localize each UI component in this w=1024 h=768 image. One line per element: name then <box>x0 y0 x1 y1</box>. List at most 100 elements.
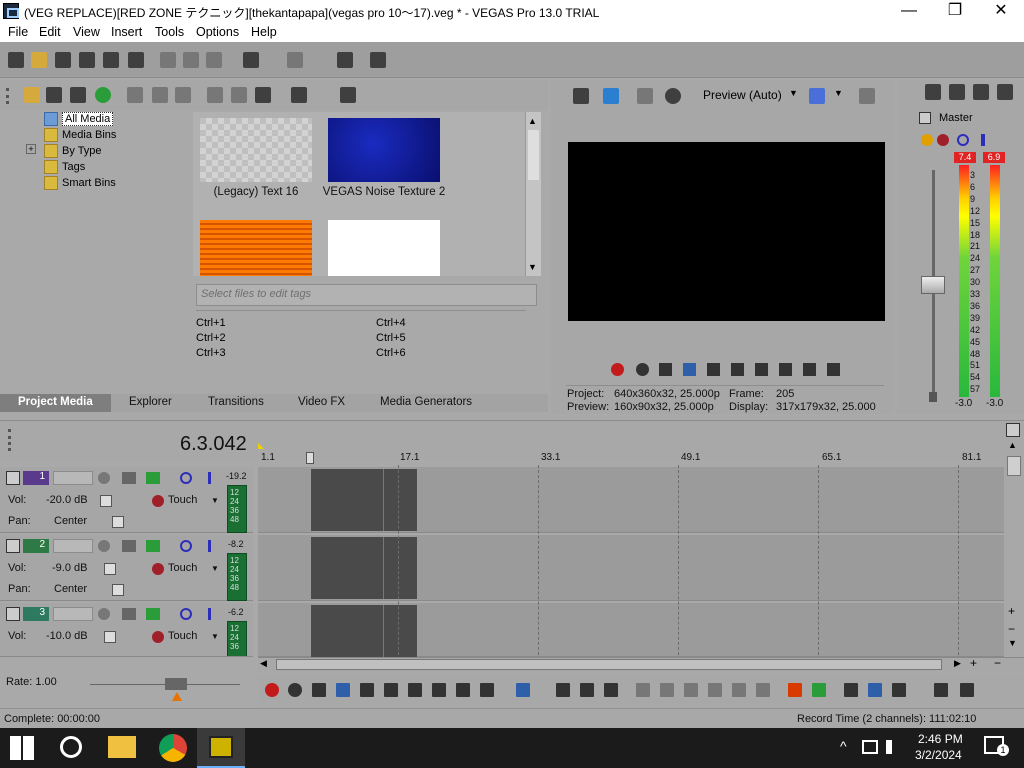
zoom-out-icon[interactable]: − <box>994 656 1001 670</box>
minimize-button[interactable]: — <box>886 0 932 22</box>
gear-icon[interactable] <box>152 631 164 643</box>
clock-date[interactable]: 3/2/2024 <box>915 748 962 762</box>
bus-fx-icon[interactable] <box>921 134 933 146</box>
remove-media-icon[interactable] <box>127 87 143 103</box>
tree-item-by-type[interactable]: By Type <box>62 145 102 157</box>
split-screen-icon[interactable] <box>637 88 653 104</box>
zoom-in-icon[interactable]: + <box>1008 604 1015 618</box>
external-monitor-icon[interactable] <box>603 88 619 104</box>
split-icon[interactable] <box>732 683 746 697</box>
track-minimize-icon[interactable] <box>6 539 20 553</box>
clock-time[interactable]: 2:46 PM <box>918 732 963 746</box>
auto-preview-icon[interactable] <box>255 87 271 103</box>
save-as-icon[interactable] <box>79 52 95 68</box>
master-fx-icon[interactable] <box>937 134 949 146</box>
mute-icon[interactable] <box>180 608 192 620</box>
media-thumbnail-white[interactable] <box>328 220 440 276</box>
scroll-left-icon[interactable]: ◀ <box>260 658 267 669</box>
track-fx-icon[interactable] <box>122 540 136 552</box>
pause-icon[interactable] <box>707 363 720 376</box>
chevron-down-icon[interactable]: ▼ <box>789 88 798 98</box>
capture-video-icon[interactable] <box>46 87 62 103</box>
menu-file[interactable]: File <box>8 25 28 39</box>
preview-properties-icon[interactable] <box>573 88 589 104</box>
solo-icon[interactable] <box>208 472 211 484</box>
solo-icon[interactable] <box>981 134 985 146</box>
video-event[interactable] <box>311 537 383 599</box>
network-icon[interactable] <box>862 740 878 754</box>
tab-video-fx[interactable]: Video FX <box>298 396 345 408</box>
solo-icon[interactable] <box>208 608 211 620</box>
mixer-properties-icon[interactable] <box>925 84 941 100</box>
track-name-field[interactable] <box>53 471 93 485</box>
tab-project-media[interactable]: Project Media <box>0 394 111 412</box>
pan-slider[interactable] <box>112 584 124 596</box>
get-media-icon[interactable] <box>70 87 86 103</box>
overlays-icon[interactable] <box>809 88 825 104</box>
tree-item-tags[interactable]: Tags <box>62 161 85 173</box>
tags-input[interactable]: Select files to edit tags <box>196 284 537 306</box>
previous-frame-icon[interactable] <box>803 363 816 376</box>
record-icon[interactable] <box>611 363 624 376</box>
pause-icon[interactable] <box>360 683 374 697</box>
notification-icon[interactable]: 1 <box>984 736 1009 756</box>
video-event[interactable] <box>311 605 383 657</box>
lock-envelopes-icon[interactable] <box>960 683 974 697</box>
enable-snapping-icon[interactable] <box>337 52 353 68</box>
preview-screen[interactable] <box>568 142 885 321</box>
start-preview-icon[interactable] <box>207 87 223 103</box>
track-lane-3[interactable] <box>258 603 1004 657</box>
chrome-icon[interactable] <box>159 734 187 762</box>
track-minimize-icon[interactable] <box>6 471 20 485</box>
master-fader-handle[interactable] <box>921 276 945 294</box>
stop-icon[interactable] <box>384 683 398 697</box>
track-number[interactable]: 3 <box>23 607 49 621</box>
volume-slider[interactable] <box>100 495 112 507</box>
media-thumbnail-orange[interactable] <box>200 220 312 276</box>
next-frame-icon[interactable] <box>827 363 840 376</box>
tree-item-smart-bins[interactable]: Smart Bins <box>62 177 116 189</box>
rate-slider-handle[interactable] <box>165 678 187 690</box>
track-minimize-icon[interactable] <box>6 607 20 621</box>
dock-grip-icon[interactable] <box>6 88 9 104</box>
timeline-horizontal-scrollbar[interactable]: ◀ ▶ + − <box>258 656 1024 671</box>
vol-value[interactable]: -20.0 dB <box>46 494 88 506</box>
play-icon[interactable] <box>683 363 696 376</box>
redo-icon[interactable] <box>287 52 303 68</box>
maximize-button[interactable]: ❐ <box>932 0 978 22</box>
copy-icon[interactable] <box>183 52 199 68</box>
menu-edit[interactable]: Edit <box>39 25 61 39</box>
marker-bar-icon[interactable] <box>1006 423 1020 437</box>
media-thumbnail-text[interactable] <box>200 118 312 182</box>
record-icon[interactable] <box>265 683 279 697</box>
track-name-field[interactable] <box>53 539 93 553</box>
automation-icon[interactable] <box>146 472 160 484</box>
tree-item-all-media[interactable]: All Media <box>62 112 114 126</box>
media-scrollbar[interactable]: ▲ ▼ <box>525 112 541 276</box>
lock-icon[interactable] <box>929 392 937 402</box>
playhead-handle[interactable] <box>306 452 314 464</box>
whats-this-help-icon[interactable] <box>370 52 386 68</box>
scroll-down-icon[interactable]: ▼ <box>528 262 537 272</box>
insert-region-icon[interactable] <box>812 683 826 697</box>
video-event[interactable] <box>383 537 417 599</box>
scroll-thumb[interactable] <box>276 659 942 670</box>
envelope-edit-tool-icon[interactable] <box>556 683 570 697</box>
stop-preview-icon[interactable] <box>231 87 247 103</box>
save-icon[interactable] <box>55 52 71 68</box>
gear-icon[interactable] <box>152 563 164 575</box>
tree-item-media-bins[interactable]: Media Bins <box>62 129 116 141</box>
mute-icon[interactable] <box>180 472 192 484</box>
dim-output-icon[interactable] <box>973 84 989 100</box>
close-button[interactable]: ✕ <box>978 0 1024 22</box>
cursor-position[interactable]: 6.3.042 <box>180 433 247 456</box>
undo-icon[interactable] <box>243 52 259 68</box>
menu-help[interactable]: Help <box>251 25 277 39</box>
play-from-start-icon[interactable] <box>659 363 672 376</box>
video-event[interactable] <box>383 469 417 531</box>
chevron-down-icon[interactable]: ▼ <box>834 88 843 98</box>
vol-value[interactable]: -10.0 dB <box>46 630 88 642</box>
lock-icon[interactable] <box>756 683 770 697</box>
mute-icon[interactable] <box>180 540 192 552</box>
track-lane-2[interactable] <box>258 535 1004 601</box>
